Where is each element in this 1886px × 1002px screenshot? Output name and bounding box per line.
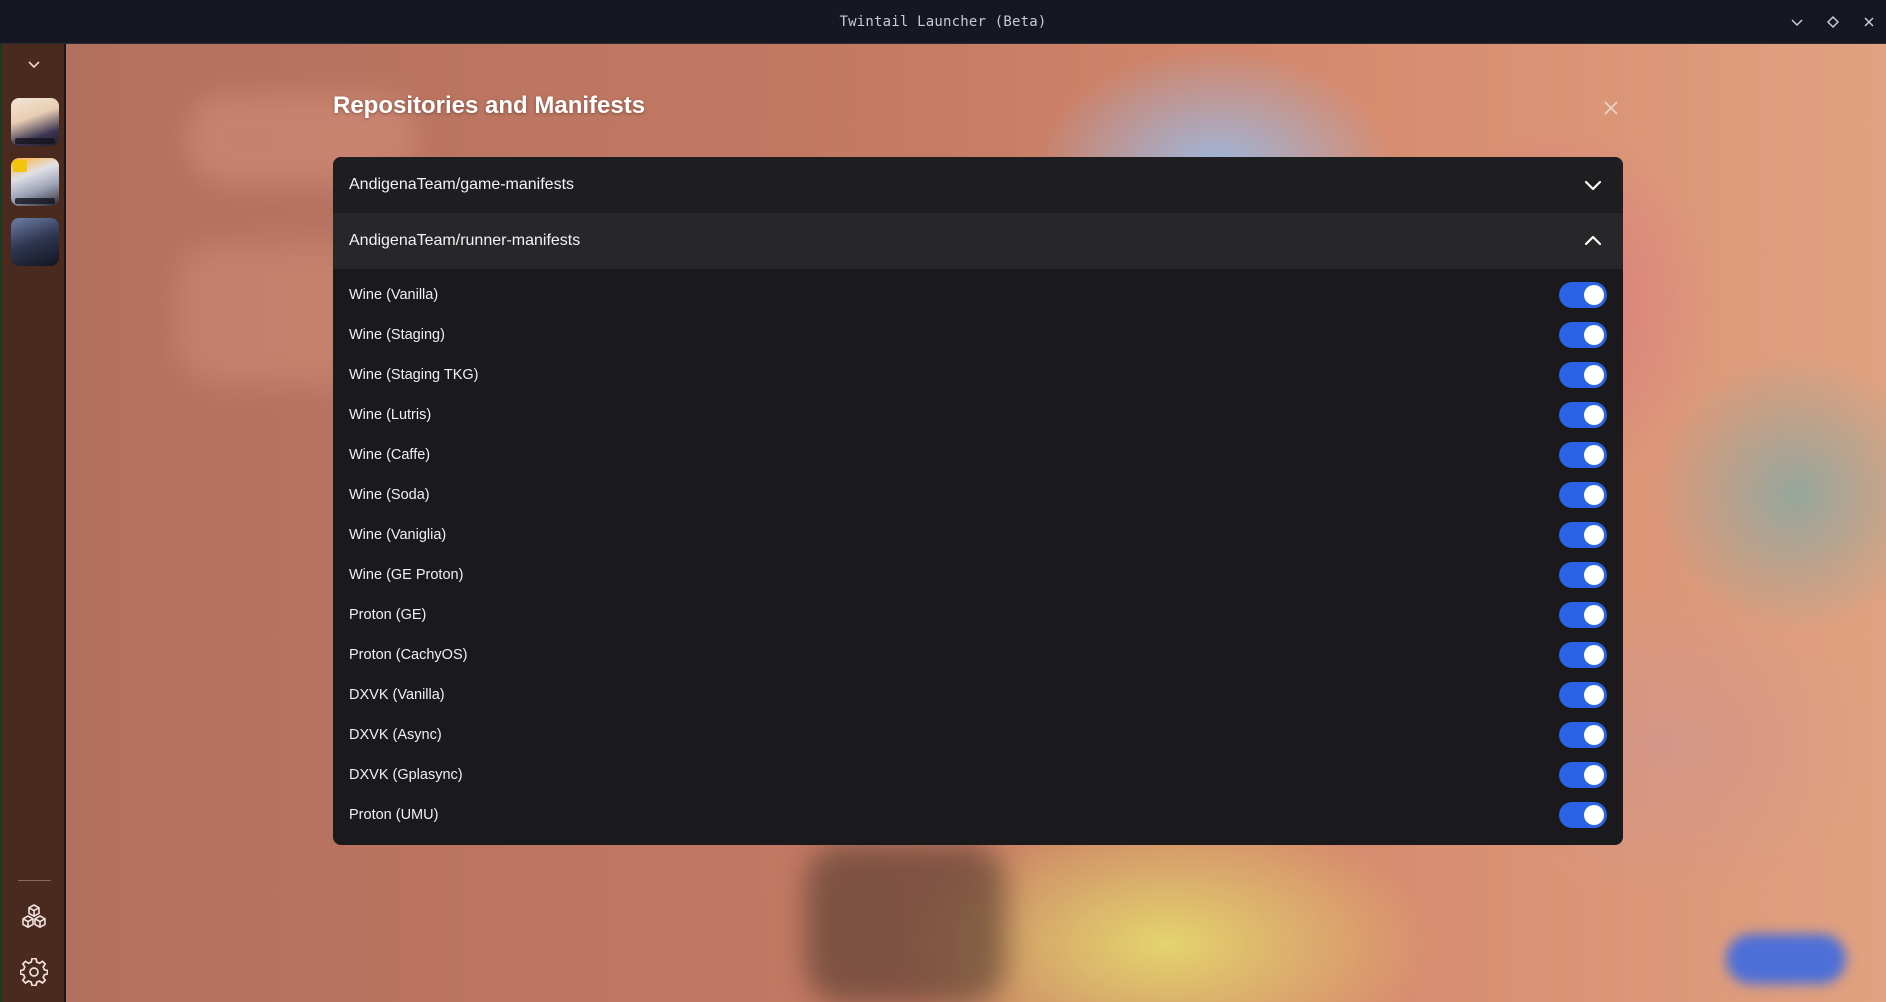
sidebar-toggle-button[interactable] — [22, 52, 46, 76]
game-badge — [13, 160, 27, 172]
runner-toggle[interactable] — [1559, 322, 1607, 348]
runner-row: Wine (Soda) — [333, 475, 1623, 515]
game-icon-2[interactable] — [11, 158, 59, 206]
window-controls — [1788, 0, 1878, 44]
runner-row: DXVK (Vanilla) — [333, 675, 1623, 715]
runner-label: DXVK (Vanilla) — [349, 687, 445, 703]
chevron-down-icon — [1581, 173, 1605, 197]
chevron-up-icon — [1581, 229, 1605, 253]
modal-title: Repositories and Manifests — [333, 92, 646, 119]
toggle-knob — [1584, 645, 1604, 665]
runner-toggle[interactable] — [1559, 802, 1607, 828]
runner-label: Proton (UMU) — [349, 807, 439, 823]
repository-header-runner-manifests[interactable]: AndigenaTeam/runner-manifests — [333, 213, 1623, 269]
toggle-knob — [1584, 325, 1604, 345]
runner-toggle[interactable] — [1559, 442, 1607, 468]
runner-row: Wine (Vanilla) — [333, 275, 1623, 315]
runner-label: Wine (Lutris) — [349, 407, 432, 423]
runner-label: Wine (Soda) — [349, 487, 430, 503]
title-bar: Twintail Launcher (Beta) — [0, 0, 1886, 44]
repository-header-game-manifests[interactable]: AndigenaTeam/game-manifests — [333, 157, 1623, 213]
runner-label: Wine (Staging) — [349, 327, 445, 343]
toggle-knob — [1584, 765, 1604, 785]
settings-button[interactable] — [19, 957, 49, 987]
runner-row: Proton (CachyOS) — [333, 635, 1623, 675]
runner-list: Wine (Vanilla) Wine (Staging) Wine (Stag… — [333, 269, 1623, 835]
runner-row: DXVK (Async) — [333, 715, 1623, 755]
close-icon — [1604, 101, 1618, 115]
close-window-button[interactable] — [1860, 13, 1878, 31]
runner-label: DXVK (Async) — [349, 727, 442, 743]
cubes-icon — [22, 904, 46, 928]
toggle-knob — [1584, 405, 1604, 425]
toggle-knob — [1584, 605, 1604, 625]
chevron-down-icon — [1791, 19, 1803, 27]
runner-row: Wine (GE Proton) — [333, 555, 1623, 595]
toggle-knob — [1584, 525, 1604, 545]
background-figure — [806, 844, 1006, 1002]
runner-label: Wine (GE Proton) — [349, 567, 464, 583]
background-play-button — [1726, 934, 1846, 984]
runner-label: Wine (Caffe) — [349, 447, 431, 463]
runner-label: DXVK (Gplasync) — [349, 767, 463, 783]
runner-toggle[interactable] — [1559, 682, 1607, 708]
chevron-down-icon — [28, 61, 40, 69]
runner-toggle[interactable] — [1559, 482, 1607, 508]
runner-row: Proton (GE) — [333, 595, 1623, 635]
modal-close-button[interactable] — [1600, 97, 1622, 119]
toggle-knob — [1584, 445, 1604, 465]
repository-name: AndigenaTeam/runner-manifests — [349, 232, 581, 249]
repositories-button[interactable] — [19, 902, 49, 932]
runner-label: Wine (Vanilla) — [349, 287, 439, 303]
toggle-knob — [1584, 685, 1604, 705]
runner-toggle[interactable] — [1559, 362, 1607, 388]
window-title: Twintail Launcher (Beta) — [839, 13, 1047, 30]
game-icon-3[interactable] — [11, 218, 59, 266]
toggle-knob — [1584, 565, 1604, 585]
close-icon — [1864, 17, 1874, 27]
maximize-button[interactable] — [1824, 13, 1842, 31]
runner-toggle[interactable] — [1559, 562, 1607, 588]
runner-row: Wine (Lutris) — [333, 395, 1623, 435]
runner-label: Wine (Vaniglia) — [349, 527, 447, 543]
repositories-panel: AndigenaTeam/game-manifests AndigenaTeam… — [333, 157, 1623, 845]
runner-row: Wine (Vaniglia) — [333, 515, 1623, 555]
toggle-knob — [1584, 805, 1604, 825]
game-publisher-tag — [15, 138, 55, 144]
toggle-knob — [1584, 285, 1604, 305]
toggle-knob — [1584, 485, 1604, 505]
sidebar — [0, 44, 64, 1002]
runner-row: Wine (Caffe) — [333, 435, 1623, 475]
repository-name: AndigenaTeam/game-manifests — [349, 176, 575, 193]
game-publisher-tag — [15, 198, 55, 204]
toggle-knob — [1584, 725, 1604, 745]
runner-toggle[interactable] — [1559, 602, 1607, 628]
runner-row: Wine (Staging TKG) — [333, 355, 1623, 395]
runner-row: DXVK (Gplasync) — [333, 755, 1623, 795]
runner-row: Wine (Staging) — [333, 315, 1623, 355]
runner-label: Wine (Staging TKG) — [349, 367, 479, 383]
runner-toggle[interactable] — [1559, 282, 1607, 308]
runner-toggle[interactable] — [1559, 722, 1607, 748]
toggle-knob — [1584, 365, 1604, 385]
minimize-button[interactable] — [1788, 13, 1806, 31]
gear-icon — [20, 958, 48, 986]
runner-toggle[interactable] — [1559, 402, 1607, 428]
runner-toggle[interactable] — [1559, 522, 1607, 548]
runner-label: Proton (CachyOS) — [349, 647, 468, 663]
runner-label: Proton (GE) — [349, 607, 427, 623]
runner-toggle[interactable] — [1559, 762, 1607, 788]
runner-row: Proton (UMU) — [333, 795, 1623, 835]
diamond-icon — [1826, 15, 1840, 29]
game-icon-1[interactable] — [11, 98, 59, 146]
sidebar-divider — [18, 880, 51, 881]
runner-toggle[interactable] — [1559, 642, 1607, 668]
